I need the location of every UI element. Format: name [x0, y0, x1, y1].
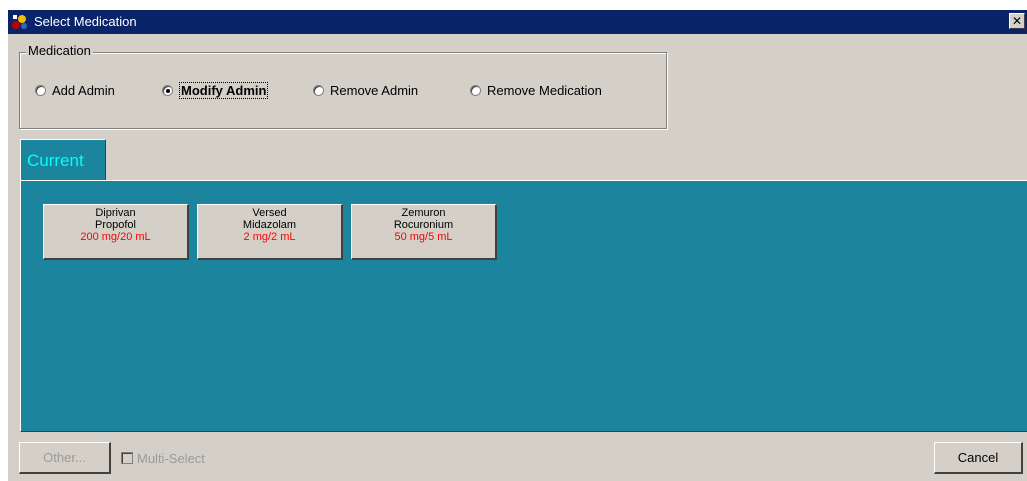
medication-generic: Midazolam: [242, 219, 297, 231]
close-button[interactable]: ✕: [1009, 13, 1025, 29]
medication-dose: 200 mg/20 mL: [80, 231, 151, 243]
radio-remove-medication[interactable]: Remove Medication: [470, 81, 602, 99]
radio-label-modify-admin: Modify Admin: [179, 81, 269, 99]
cancel-button[interactable]: Cancel: [934, 442, 1023, 474]
cancel-button-label: Cancel: [957, 450, 999, 465]
title-bar: Select Medication ✕: [8, 10, 1027, 34]
radio-label-remove-admin: Remove Admin: [330, 82, 419, 98]
medication-generic: Propofol: [95, 219, 136, 231]
radio-label-add-admin: Add Admin: [52, 82, 115, 98]
radio-add-admin[interactable]: Add Admin: [35, 81, 115, 99]
radio-modify-admin[interactable]: Modify Admin: [162, 81, 269, 99]
close-icon: ✕: [1011, 14, 1023, 28]
medication-button-zemuron[interactable]: Zemuron Rocuronium 50 mg/5 mL: [351, 204, 497, 260]
other-button[interactable]: Other...: [19, 442, 111, 474]
checkbox-indicator[interactable]: [121, 452, 133, 464]
medication-brand: Diprivan: [95, 207, 136, 219]
medication-dose: 2 mg/2 mL: [243, 231, 296, 243]
multi-select-label: Multi-Select: [137, 450, 205, 466]
medication-brand: Versed: [252, 207, 287, 219]
radio-indicator[interactable]: [35, 84, 46, 96]
radio-indicator-checked[interactable]: [162, 84, 173, 96]
radio-label-remove-medication: Remove Medication: [487, 82, 602, 98]
medication-app-icon: [12, 15, 27, 29]
multi-select-checkbox[interactable]: Multi-Select: [121, 449, 205, 467]
medication-group-legend: Medication: [26, 43, 93, 58]
radio-indicator[interactable]: [313, 84, 324, 96]
medication-generic: Rocuronium: [393, 219, 454, 231]
medication-brand: Zemuron: [401, 207, 446, 219]
tab-label-current: Current: [27, 151, 84, 170]
medication-dose: 50 mg/5 mL: [394, 231, 453, 243]
other-button-label: Other...: [43, 450, 86, 465]
window-title: Select Medication: [34, 14, 137, 29]
tab-current[interactable]: Current: [20, 139, 106, 181]
medication-button-versed[interactable]: Versed Midazolam 2 mg/2 mL: [197, 204, 343, 260]
radio-remove-admin[interactable]: Remove Admin: [313, 81, 418, 99]
radio-indicator[interactable]: [470, 84, 481, 96]
medication-button-diprivan[interactable]: Diprivan Propofol 200 mg/20 mL: [43, 204, 189, 260]
